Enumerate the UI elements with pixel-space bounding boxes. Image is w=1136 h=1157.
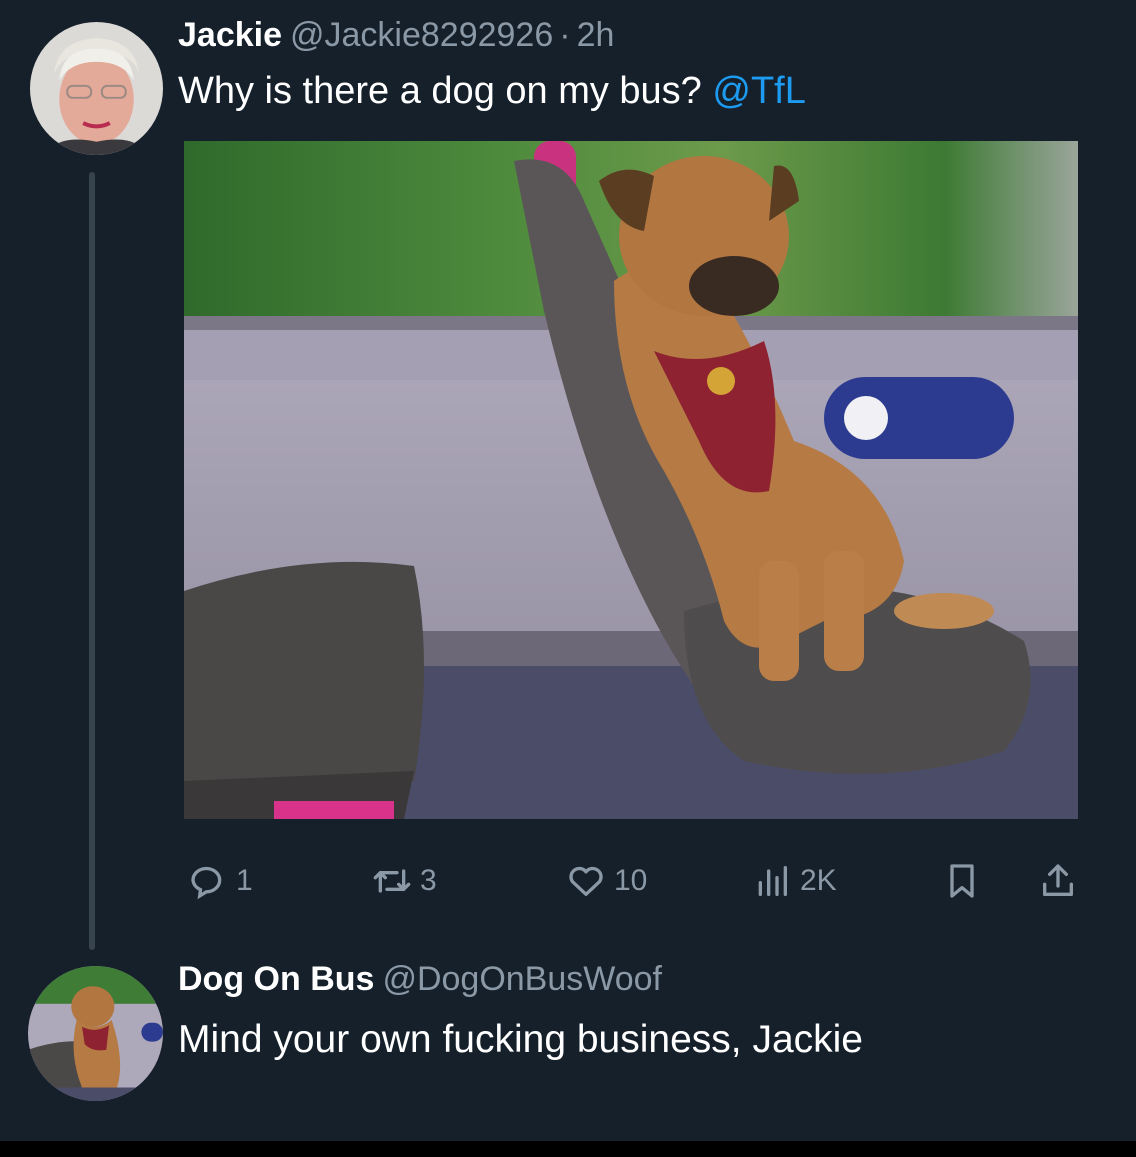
tweet-timestamp[interactable]: 2h	[577, 16, 615, 54]
thread-connector-line	[89, 172, 95, 950]
share-icon	[1043, 864, 1073, 896]
reply-count: 1	[236, 864, 253, 897]
dog-on-bus-photo	[184, 141, 1078, 819]
tweet-text: Why is there a dog on my bus? @TfL	[178, 70, 806, 113]
reply-author-name[interactable]: Dog On Bus	[178, 960, 374, 998]
avatar-dog-on-bus-image	[28, 966, 163, 1101]
reply-icon	[191, 866, 222, 900]
reply-header: Dog On Bus @DogOnBusWoof	[178, 960, 662, 999]
bookmark-icon	[950, 864, 974, 898]
retweet-button[interactable]: 3	[372, 856, 437, 906]
bookmark-button[interactable]	[942, 856, 990, 906]
views-icon	[758, 866, 787, 896]
retweet-icon	[373, 869, 411, 893]
views-button[interactable]: 2K	[752, 856, 837, 906]
tweet-author-handle[interactable]: @Jackie8292926	[290, 16, 553, 54]
like-count: 10	[614, 864, 648, 897]
views-count: 2K	[800, 864, 837, 897]
tweet-separator: ·	[559, 16, 571, 54]
tweet-author-name[interactable]: Jackie	[178, 16, 282, 54]
like-button[interactable]: 10	[566, 856, 647, 906]
tweet-header: Jackie @Jackie8292926 · 2h	[178, 16, 614, 55]
avatar-jackie-image	[30, 22, 163, 155]
reply-author-handle[interactable]: @DogOnBusWoof	[382, 960, 662, 998]
tweet-mention-link[interactable]: @TfL	[712, 70, 805, 112]
tweet-body: Why is there a dog on my bus?	[178, 70, 702, 112]
like-icon	[569, 866, 603, 896]
reply-text: Mind your own fucking business, Jackie	[178, 1018, 863, 1061]
share-button[interactable]	[1038, 856, 1086, 906]
reply-button[interactable]: 1	[188, 856, 253, 906]
bottom-bar	[0, 1141, 1136, 1157]
avatar-jackie[interactable]	[30, 22, 163, 155]
tweet-action-bar: 1 3 10 2K	[0, 856, 1136, 906]
avatar-dog-on-bus[interactable]	[28, 966, 163, 1101]
retweet-count: 3	[420, 864, 437, 897]
tweet-media-image[interactable]	[184, 141, 1078, 819]
